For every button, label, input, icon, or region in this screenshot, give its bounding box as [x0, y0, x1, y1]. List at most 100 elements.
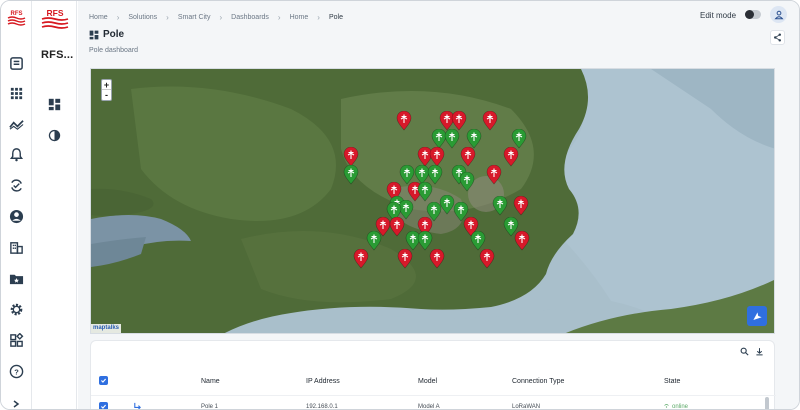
breadcrumb-current: Pole — [328, 13, 343, 21]
pole-marker-online[interactable] — [466, 128, 482, 149]
pole-marker-offline[interactable] — [451, 110, 467, 131]
pole-marker-online[interactable] — [417, 230, 433, 251]
pole-marker-offline[interactable] — [353, 248, 369, 269]
breadcrumb-solutions[interactable]: Solutions — [128, 14, 157, 21]
apps-grid-icon[interactable] — [7, 84, 26, 103]
table-toolbar — [740, 347, 764, 356]
buildings-icon[interactable] — [7, 238, 26, 257]
breadcrumb-dashboards[interactable]: Dashboards — [231, 14, 269, 21]
satellite-map[interactable]: + - maptalks — [90, 68, 775, 334]
pole-marker-offline[interactable] — [397, 248, 413, 269]
zoom-control: + - — [101, 79, 112, 101]
person-icon — [773, 10, 784, 19]
pole-marker-offline[interactable] — [429, 248, 445, 269]
rfs-logo-icon: RFS — [7, 8, 26, 28]
pole-marker-offline[interactable] — [396, 110, 412, 131]
toggle-knob — [745, 10, 754, 19]
edit-mode-label: Edit mode — [700, 11, 737, 20]
select-all-checkbox[interactable] — [99, 376, 108, 385]
page-subtitle: Pole dashboard — [89, 47, 139, 54]
edit-mode-toggle[interactable] — [745, 10, 761, 19]
pole-marker-offline[interactable] — [460, 146, 476, 167]
chevron-right-icon: › — [277, 12, 281, 22]
wifi-icon — [664, 404, 669, 408]
breadcrumb-home[interactable]: Home — [89, 14, 108, 21]
page-title-text: Pole — [103, 29, 125, 40]
chevron-right-icon: › — [317, 12, 320, 22]
pole-marker-offline[interactable] — [389, 216, 405, 237]
column-header-model[interactable]: Model — [418, 378, 437, 385]
svg-text:RFS: RFS — [47, 8, 64, 18]
share-button[interactable] — [770, 30, 785, 45]
column-header-state[interactable]: State — [664, 378, 680, 385]
help-icon[interactable]: ? — [7, 362, 26, 381]
app-window: RFS ? RFS RFS... Home › Solutions › Smar… — [0, 0, 800, 410]
chevron-right-icon: › — [116, 12, 120, 22]
pole-marker-offline[interactable] — [514, 230, 530, 251]
pole-marker-online[interactable] — [343, 164, 359, 185]
dashboard-layout-icon[interactable] — [47, 97, 62, 112]
rfs-brand-logo-icon: RFS — [41, 8, 69, 29]
download-icon[interactable] — [755, 347, 764, 356]
bell-icon[interactable] — [7, 145, 26, 164]
pole-marker-offline[interactable] — [479, 248, 495, 269]
pole-marker-offline[interactable] — [503, 146, 519, 167]
sync-icon[interactable] — [7, 176, 26, 195]
cell-name: Pole 1 — [201, 404, 219, 410]
breadcrumb-smart-city[interactable]: Smart City — [178, 14, 211, 21]
user-menu-button[interactable] — [770, 6, 787, 23]
pole-marker-offline[interactable] — [429, 146, 445, 167]
subdirectory-arrow-icon — [134, 402, 141, 409]
settings-gear-icon[interactable] — [7, 300, 26, 319]
navigation-arrow-icon — [752, 311, 762, 320]
pole-marker-online[interactable] — [444, 128, 460, 149]
page-title: Pole — [89, 29, 124, 40]
folder-star-icon[interactable] — [7, 269, 26, 288]
row-checkbox[interactable] — [99, 402, 108, 409]
svg-text:RFS: RFS — [11, 11, 23, 17]
dashboard-title-icon — [89, 30, 99, 39]
icon-rail: RFS ? — [1, 1, 32, 409]
breadcrumb: Home › Solutions › Smart City › Dashboar… — [89, 11, 343, 23]
secondary-sidebar: RFS RFS... — [32, 1, 77, 409]
account-icon[interactable] — [7, 207, 26, 226]
pole-marker-online[interactable] — [417, 181, 433, 202]
svg-text:?: ? — [14, 367, 19, 376]
table-scrollbar[interactable] — [765, 397, 769, 409]
pole-marker-offline[interactable] — [486, 164, 502, 185]
brand-name: RFS... — [41, 49, 74, 61]
cell-model: Model A — [418, 404, 440, 410]
chevron-right-icon: › — [219, 12, 223, 22]
main-content: Home › Solutions › Smart City › Dashboar… — [78, 1, 799, 410]
pole-table-card: Name IP Address Model Connection Type St… — [90, 340, 776, 410]
column-header-ip[interactable]: IP Address — [306, 378, 340, 385]
chevron-right-icon: › — [166, 12, 169, 22]
share-icon — [774, 33, 781, 42]
zoom-in-button[interactable]: + — [102, 80, 111, 90]
widgets-icon[interactable] — [7, 331, 26, 350]
locate-button[interactable] — [747, 306, 767, 326]
pole-marker-online[interactable] — [470, 230, 486, 251]
cell-ip: 192.168.0.1 — [306, 404, 338, 410]
pole-marker-offline[interactable] — [513, 195, 529, 216]
pole-marker-offline[interactable] — [482, 110, 498, 131]
pole-marker-online[interactable] — [492, 195, 508, 216]
pole-marker-online[interactable] — [366, 230, 382, 251]
map-attribution[interactable]: maptalks — [91, 324, 122, 333]
pole-marker-online[interactable] — [511, 128, 527, 149]
column-header-connection[interactable]: Connection Type — [512, 378, 564, 385]
pole-marker-offline[interactable] — [343, 146, 359, 167]
header-divider — [91, 395, 776, 396]
expand-arrow-icon[interactable] — [10, 399, 22, 409]
dashboard-icon[interactable] — [7, 54, 26, 73]
contrast-icon[interactable] — [47, 128, 62, 143]
cell-state-text: online — [672, 404, 689, 410]
pole-marker-online[interactable] — [459, 171, 475, 192]
column-header-name[interactable]: Name — [201, 378, 220, 385]
zoom-out-button[interactable]: - — [102, 90, 111, 100]
cell-connection: LoRaWAN — [512, 404, 541, 410]
trending-icon[interactable] — [7, 115, 26, 134]
search-icon[interactable] — [740, 347, 749, 356]
breadcrumb-home-dashboard[interactable]: Home — [290, 14, 309, 21]
cell-state: online — [664, 404, 689, 410]
